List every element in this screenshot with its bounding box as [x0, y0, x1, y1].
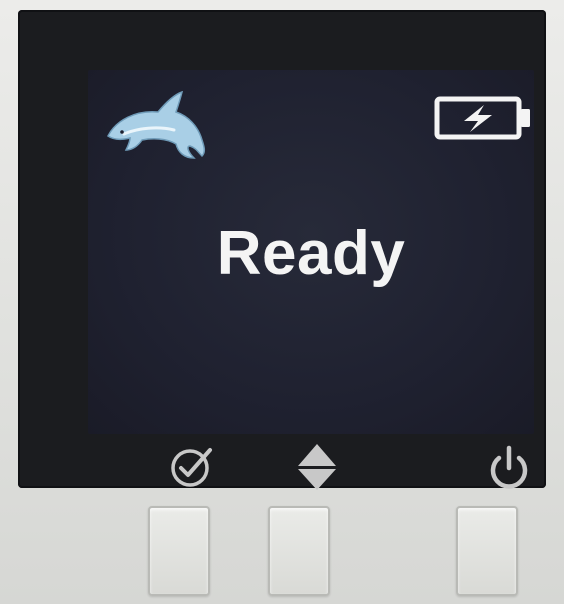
- status-text: Ready: [216, 219, 406, 288]
- up-down-arrows-icon: [298, 444, 336, 490]
- device-panel: Ready: [0, 0, 564, 604]
- power-icon: [490, 445, 528, 489]
- confirm-button[interactable]: [148, 506, 210, 596]
- dolphin-icon: [107, 90, 206, 159]
- power-button[interactable]: [456, 506, 518, 596]
- hardware-button-row: [0, 488, 564, 604]
- navigate-button[interactable]: [268, 506, 330, 596]
- battery-charging-icon: [434, 96, 530, 140]
- lcd-screen: Ready: [88, 70, 534, 434]
- display-bezel: Ready: [18, 10, 546, 490]
- checkmark-circle-icon: [171, 448, 212, 487]
